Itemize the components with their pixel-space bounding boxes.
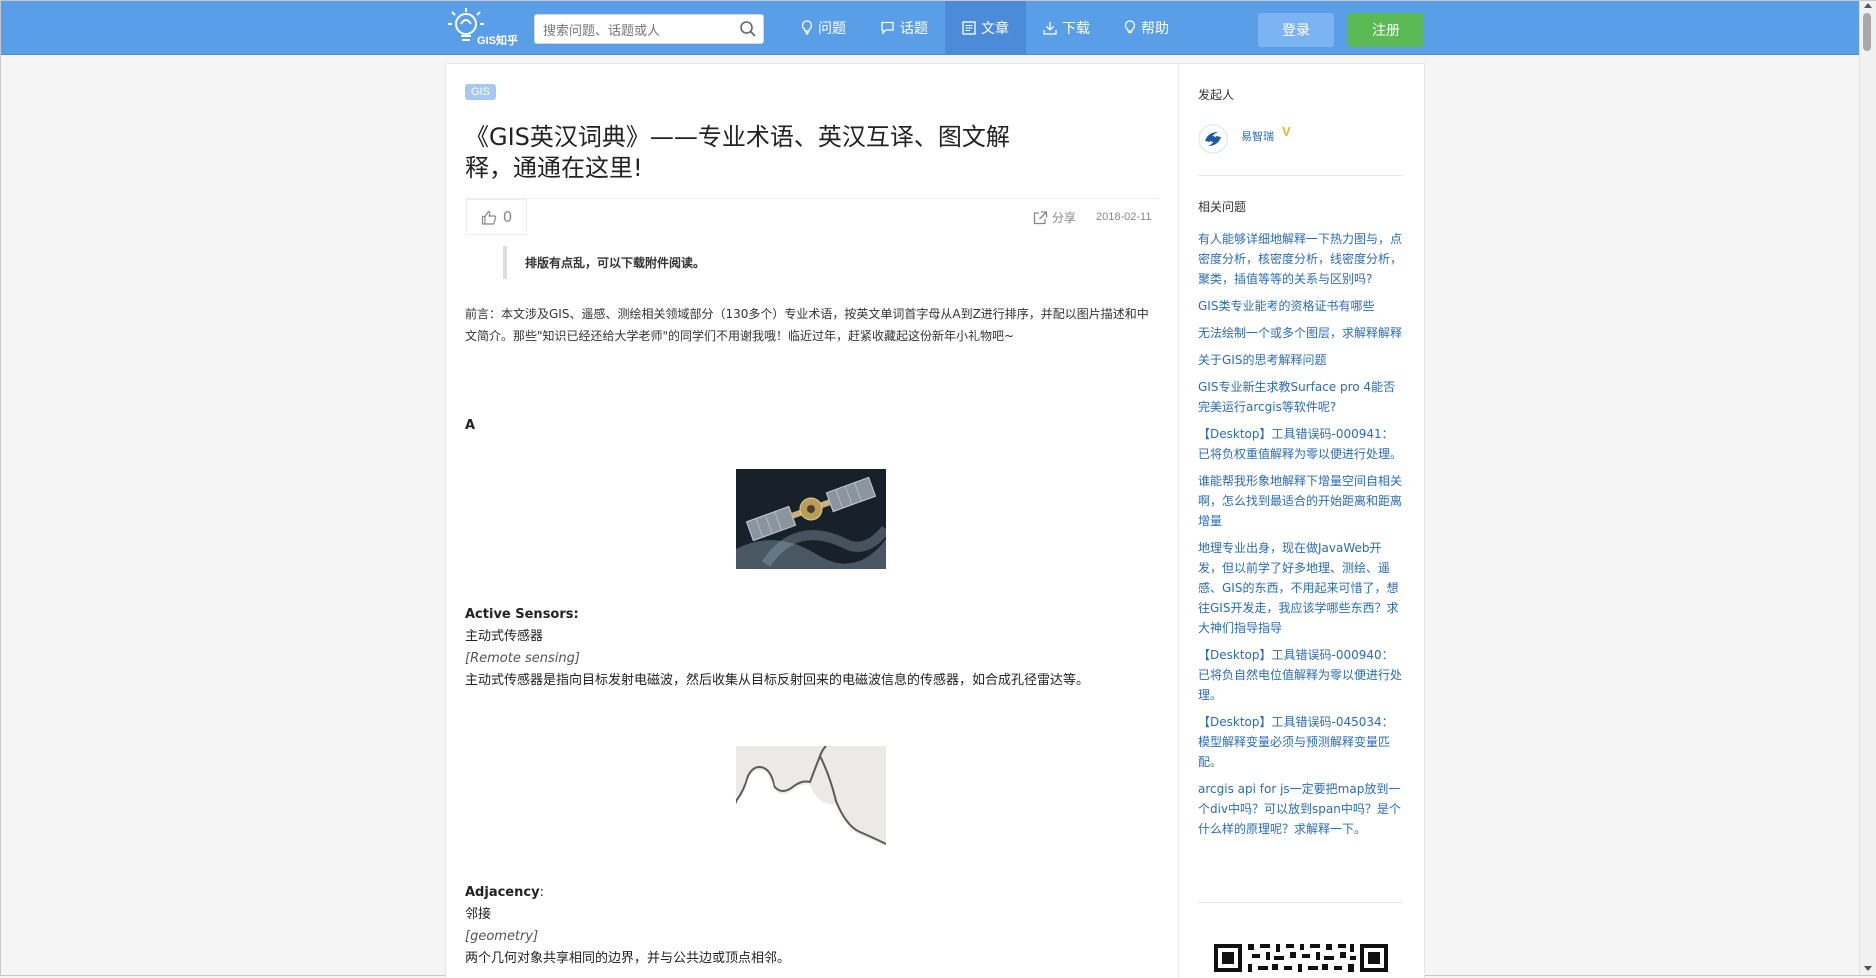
logo-text: GIS知乎 (477, 35, 518, 47)
related-question-link[interactable]: 谁能帮我形象地解释下增量空间自相关啊，怎么找到最适合的开始距离和距离增量 (1198, 471, 1405, 531)
nav-articles[interactable]: 文章 (945, 1, 1026, 54)
glossary-term: Active Sensors: 主动式传感器 [Remote sensing] … (465, 604, 1089, 692)
publish-date: 2018-02-11 (1096, 211, 1152, 223)
initiator-heading: 发起人 (1198, 88, 1235, 102)
search-icon[interactable] (739, 20, 757, 38)
like-count: 0 (502, 208, 513, 226)
related-question-link[interactable]: 无法绘制一个或多个图层，求解释解释 (1198, 323, 1405, 343)
top-navigation-bar: GIS知乎 问题 话题 文章 下载 帮助 登录 注册 (1, 1, 1859, 55)
nav-topics[interactable]: 话题 (863, 1, 945, 54)
scroll-down-arrow-icon[interactable] (1864, 966, 1872, 971)
search-box (534, 14, 764, 44)
article-note-quote: 排版有点乱，可以下载附件阅读。 (503, 246, 705, 279)
term-chinese: 主动式传感器 (465, 629, 544, 644)
share-label: 分享 (1052, 211, 1077, 225)
related-question-link[interactable]: arcgis api for js一定要把map放到一个div中吗？可以放到sp… (1198, 779, 1405, 839)
scroll-thumb[interactable] (1863, 13, 1871, 51)
satellite-image (736, 469, 886, 569)
related-questions-list: 有人能够详细地解释一下热力图与，点密度分析，核密度分析，线密度分析，聚类，插值等… (1198, 229, 1405, 846)
help-bulb-icon (1124, 20, 1136, 34)
term-category: [geometry] (465, 929, 539, 944)
qr-code-image (1212, 936, 1390, 978)
article-intro: 前言：本文涉及GIS、遥感、测绘相关领域部分（130多个）专业术语，按英文单词首… (465, 307, 1149, 343)
article-title-line: 释，通通在这里! (465, 154, 643, 182)
article-title: 《GIS英汉词典》——专业术语、英汉互译、图文解 释，通通在这里! (465, 122, 1045, 184)
scroll-up-arrow-icon[interactable] (1864, 3, 1872, 8)
term-description: 主动式传感器是指向目标发射电磁波，然后收集从目标反射回来的电磁波信息的传感器，如… (465, 673, 1090, 688)
nav-label: 文章 (981, 20, 1009, 37)
related-question-link[interactable]: 地理专业出身，现在做JavaWeb开发，但以前学了好多地理、测绘、遥感、GIS的… (1198, 538, 1405, 638)
related-question-link[interactable]: GIS专业新生求教Surface pro 4能否完美运行arcgis等软件呢? (1198, 377, 1405, 417)
related-questions-heading: 相关问题 (1198, 200, 1247, 214)
nav-label: 问题 (818, 20, 846, 37)
section-letter: A (465, 418, 476, 433)
related-question-link[interactable]: 有人能够详细地解释一下热力图与，点密度分析，核密度分析，线密度分析，聚类，插值等… (1198, 229, 1405, 289)
share-button[interactable]: 分享 (1033, 209, 1076, 226)
term-category: [Remote sensing] (465, 651, 580, 666)
article-card: GIS 《GIS英汉词典》——专业术语、英汉互译、图文解 释，通通在这里! 0 … (445, 63, 1180, 978)
share-icon (1033, 210, 1048, 224)
download-icon (1043, 21, 1057, 35)
nav-label: 下载 (1062, 20, 1090, 37)
adjacency-map-image (736, 746, 886, 846)
nav-label: 话题 (900, 20, 928, 37)
term-english: Adjacency (465, 885, 540, 900)
term-chinese: 邻接 (465, 907, 492, 922)
glossary-term: Adjacency: 邻接 [geometry] 两个几何对象共享相同的边界，并… (465, 882, 790, 970)
related-question-link[interactable]: GIS类专业能考的资格证书有哪些 (1198, 296, 1405, 316)
nav-help[interactable]: 帮助 (1107, 1, 1186, 54)
main-nav: 问题 话题 文章 下载 帮助 (784, 1, 1186, 54)
article-title-line: 《GIS英汉词典》——专业术语、英汉互译、图文解 (465, 123, 1010, 151)
divider (465, 198, 1159, 199)
author-name-link[interactable]: 易智瑞 (1241, 128, 1274, 144)
verified-badge-icon: V (1282, 124, 1291, 139)
term-english: Active Sensors: (465, 607, 579, 622)
related-question-link[interactable]: 关于GIS的思考解释问题 (1198, 350, 1405, 370)
term-description: 两个几何对象共享相同的边界，并与公共边或顶点相邻。 (465, 951, 791, 966)
search-input[interactable] (541, 20, 735, 42)
divider (1198, 902, 1403, 903)
divider (1198, 175, 1403, 176)
chat-icon (881, 21, 894, 35)
page-scrollbar[interactable] (1859, 1, 1876, 975)
bulb-icon (801, 20, 813, 35)
nav-label: 帮助 (1141, 20, 1169, 37)
like-button[interactable]: 0 (466, 199, 527, 235)
related-question-link[interactable]: 【Desktop】工具错误码-000941：已将负权重值解释为零以便进行处理。 (1198, 424, 1405, 464)
nav-questions[interactable]: 问题 (784, 1, 863, 54)
login-button[interactable]: 登录 (1258, 13, 1334, 47)
sidebar: 发起人 易智瑞 V 相关问题 有人能够详细地解释一下热力图与，点密度分析，核密度… (1178, 63, 1425, 978)
term-english-suffix: : (539, 885, 544, 900)
nav-downloads[interactable]: 下载 (1026, 1, 1107, 54)
avatar[interactable] (1198, 124, 1228, 154)
thumbs-up-icon (481, 210, 496, 225)
article-icon (962, 20, 976, 35)
register-button[interactable]: 注册 (1348, 13, 1424, 47)
topic-tag[interactable]: GIS (465, 84, 496, 100)
related-question-link[interactable]: 【Desktop】工具错误码-000940：已将负自然电位值解释为零以便进行处理… (1198, 645, 1405, 705)
related-question-link[interactable]: 【Desktop】工具错误码-045034：模型解释变量必须与预测解释变量匹配。 (1198, 712, 1405, 772)
